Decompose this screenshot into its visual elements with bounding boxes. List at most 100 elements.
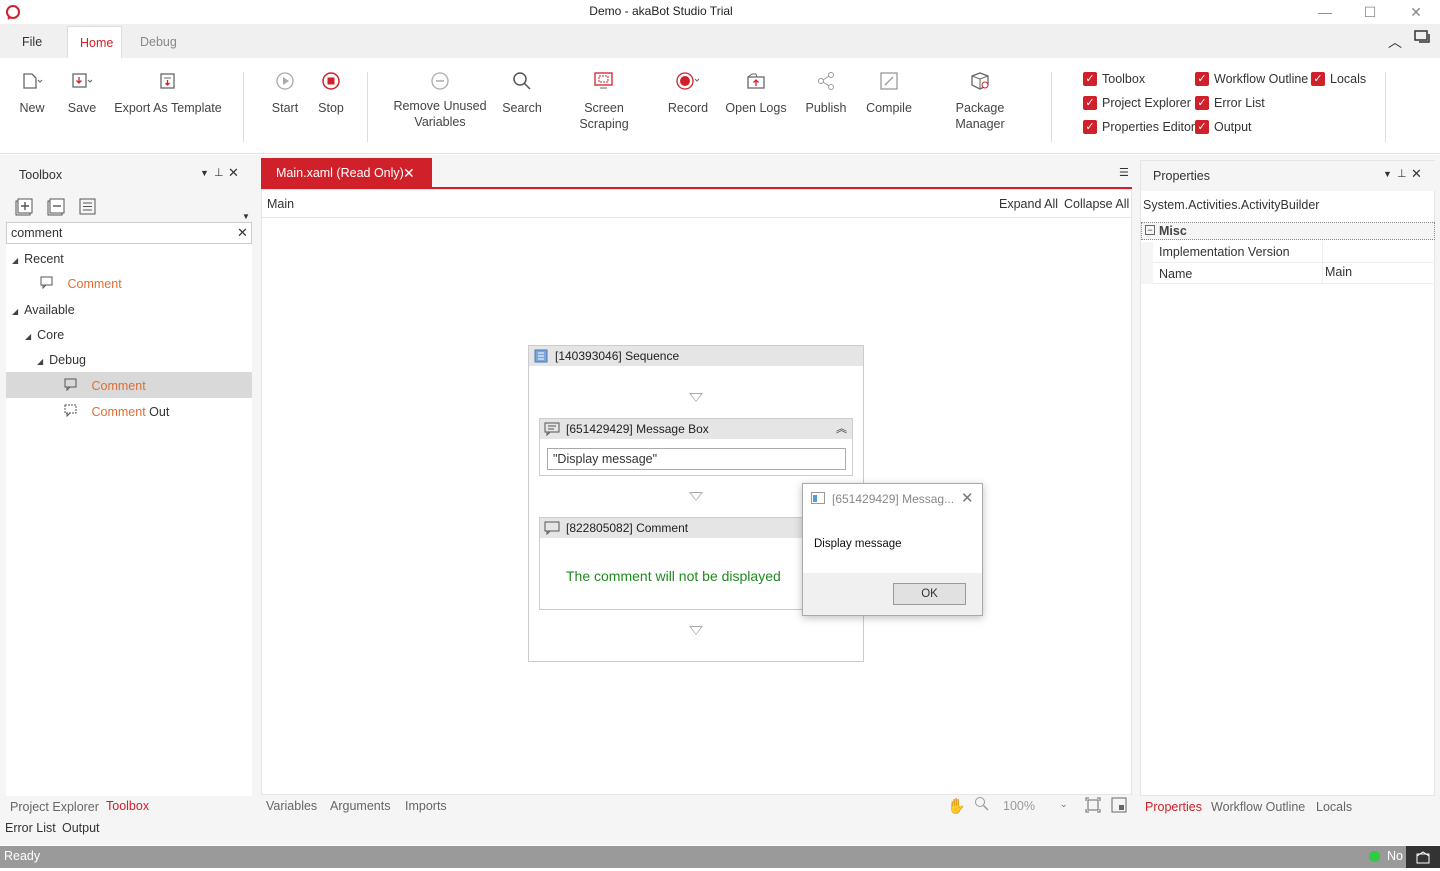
tab-properties[interactable]: Properties xyxy=(1145,800,1202,814)
document-tab[interactable]: Main.xaml (Read Only) ✕ xyxy=(261,158,432,188)
status-right-text: No xyxy=(1387,849,1403,863)
tree-node-debug[interactable]: ◢ Debug xyxy=(37,353,86,367)
feedback-icon[interactable] xyxy=(1414,30,1432,49)
project-explorer-checkbox[interactable]: ✓ Project Explorer xyxy=(1083,96,1191,110)
tab-project-explorer[interactable]: Project Explorer xyxy=(10,800,99,814)
tab-error-list[interactable]: Error List xyxy=(5,821,56,835)
message-box-activity[interactable]: [651429429] Message Box ︽ "Display messa… xyxy=(539,418,853,476)
publish-button[interactable]: Publish xyxy=(804,68,848,116)
misc-category-row[interactable]: − Misc xyxy=(1141,222,1435,240)
tree-node-core[interactable]: ◢ Core xyxy=(25,328,64,342)
collapse-ribbon-icon[interactable]: ︿ xyxy=(1388,32,1402,52)
drop-arrow-icon xyxy=(689,626,703,635)
close-icon[interactable]: ✕ xyxy=(1411,166,1422,182)
dropdown-arrow-icon[interactable]: ▼ xyxy=(200,168,209,178)
pin-icon[interactable]: ⊥ xyxy=(1397,167,1407,180)
document-list-icon[interactable]: ☰ xyxy=(1119,166,1129,179)
dialog-title: [651429429] Messag... xyxy=(832,492,955,506)
remove-unused-variables-button[interactable]: Remove Unused Variables xyxy=(390,68,490,130)
record-icon xyxy=(666,68,710,94)
save-icon xyxy=(64,68,100,94)
package-icon xyxy=(930,68,1030,94)
tree-node-available[interactable]: ◢ Available xyxy=(12,303,75,317)
tree-item-comment-out[interactable]: Comment Out xyxy=(64,404,169,419)
collapse-category-icon[interactable]: − xyxy=(1145,225,1155,235)
tab-variables[interactable]: Variables xyxy=(266,799,317,813)
property-value[interactable]: Main xyxy=(1325,265,1352,279)
start-button[interactable]: Start xyxy=(268,68,302,116)
search-button[interactable]: Search xyxy=(502,68,542,116)
message-dialog[interactable]: [651429429] Messag... ✕ Display message … xyxy=(802,483,983,616)
remove-icon xyxy=(390,68,490,94)
search-icon xyxy=(502,68,542,94)
sequence-icon xyxy=(534,349,548,369)
tab-arguments[interactable]: Arguments xyxy=(330,799,390,813)
message-text-input[interactable]: "Display message" xyxy=(547,448,846,470)
record-button[interactable]: Record xyxy=(666,68,710,116)
pin-icon[interactable]: ⊥ xyxy=(214,166,224,179)
checkbox-checked-icon: ✓ xyxy=(1311,72,1325,86)
collapse-all-link[interactable]: Collapse All xyxy=(1064,197,1129,211)
export-template-button[interactable]: Export As Template xyxy=(114,68,222,116)
close-icon[interactable]: ✕ xyxy=(228,165,239,181)
tab-file[interactable]: File xyxy=(10,26,54,58)
comment-icon xyxy=(40,276,54,291)
expanded-triangle-icon: ◢ xyxy=(25,332,32,341)
collapse-all-icon[interactable] xyxy=(47,198,65,219)
overview-map-icon[interactable] xyxy=(1111,797,1127,816)
save-button[interactable]: Save xyxy=(64,68,100,116)
stop-icon xyxy=(314,68,348,94)
properties-editor-checkbox[interactable]: ✓ Properties Editor xyxy=(1083,120,1195,134)
error-list-checkbox[interactable]: ✓ Error List xyxy=(1195,96,1265,110)
list-view-icon[interactable] xyxy=(79,198,97,219)
tab-output[interactable]: Output xyxy=(62,821,100,835)
tree-node-recent[interactable]: ◢ Recent xyxy=(12,252,64,266)
minimize-button[interactable]: — xyxy=(1310,2,1340,22)
workflow-outline-checkbox[interactable]: ✓ Workflow Outline xyxy=(1195,72,1308,86)
locals-checkbox[interactable]: ✓ Locals xyxy=(1311,72,1366,86)
close-window-button[interactable]: ✕ xyxy=(1401,2,1431,22)
overflow-icon[interactable]: ▼ xyxy=(242,212,250,221)
expanded-triangle-icon: ◢ xyxy=(37,357,44,366)
tab-toolbox[interactable]: Toolbox xyxy=(106,799,149,813)
open-logs-button[interactable]: Open Logs xyxy=(724,68,788,116)
pan-hand-icon[interactable]: ✋ xyxy=(947,797,966,815)
stop-button[interactable]: Stop xyxy=(314,68,348,116)
dialog-ok-button[interactable]: OK xyxy=(893,583,966,605)
zoom-level[interactable]: 100% xyxy=(1003,799,1035,813)
zoom-dropdown-icon[interactable]: ⌄ xyxy=(1060,799,1068,810)
tab-imports[interactable]: Imports xyxy=(405,799,447,813)
tree-item-debug-comment[interactable]: Comment xyxy=(64,378,146,393)
fit-screen-icon[interactable] xyxy=(1085,797,1101,816)
collapse-activity-icon[interactable]: ︽ xyxy=(836,419,847,439)
comment-text: The comment will not be displayed xyxy=(566,568,781,584)
tab-debug[interactable]: Debug xyxy=(128,26,189,58)
screen-scraping-button[interactable]: Screen Scraping xyxy=(558,68,650,132)
tree-item-recent-comment[interactable]: Comment xyxy=(40,276,122,291)
tab-home[interactable]: Home xyxy=(67,26,122,58)
dropdown-arrow-icon[interactable]: ▼ xyxy=(1383,169,1392,179)
close-tab-icon[interactable]: ✕ xyxy=(403,158,415,188)
comment-activity[interactable]: [822805082] Comment The comment will not… xyxy=(539,517,807,610)
notification-area[interactable] xyxy=(1406,846,1440,868)
maximize-button[interactable]: ☐ xyxy=(1355,2,1385,22)
new-button[interactable]: New xyxy=(14,68,50,116)
toolbox-search-box[interactable]: comment ✕ xyxy=(6,222,252,244)
checkbox-checked-icon: ✓ xyxy=(1195,72,1209,86)
property-row[interactable]: Name Main xyxy=(1153,263,1435,284)
expand-all-icon[interactable] xyxy=(15,198,33,219)
tab-locals[interactable]: Locals xyxy=(1316,800,1352,814)
clear-search-icon[interactable]: ✕ xyxy=(237,225,248,241)
package-manager-button[interactable]: Package Manager xyxy=(930,68,1030,132)
dialog-close-button[interactable]: ✕ xyxy=(961,489,974,507)
toolbox-search-input[interactable]: comment xyxy=(11,226,62,240)
expand-all-link[interactable]: Expand All xyxy=(999,197,1058,211)
zoom-icon[interactable] xyxy=(974,796,990,815)
toolbox-checkbox[interactable]: ✓ Toolbox xyxy=(1083,72,1145,86)
property-row[interactable]: Implementation Version xyxy=(1153,242,1435,263)
breadcrumb[interactable]: Main xyxy=(267,197,294,211)
screen-scraping-icon xyxy=(558,68,650,94)
compile-button[interactable]: Compile xyxy=(864,68,914,116)
tab-workflow-outline[interactable]: Workflow Outline xyxy=(1211,800,1305,814)
output-checkbox[interactable]: ✓ Output xyxy=(1195,120,1252,134)
